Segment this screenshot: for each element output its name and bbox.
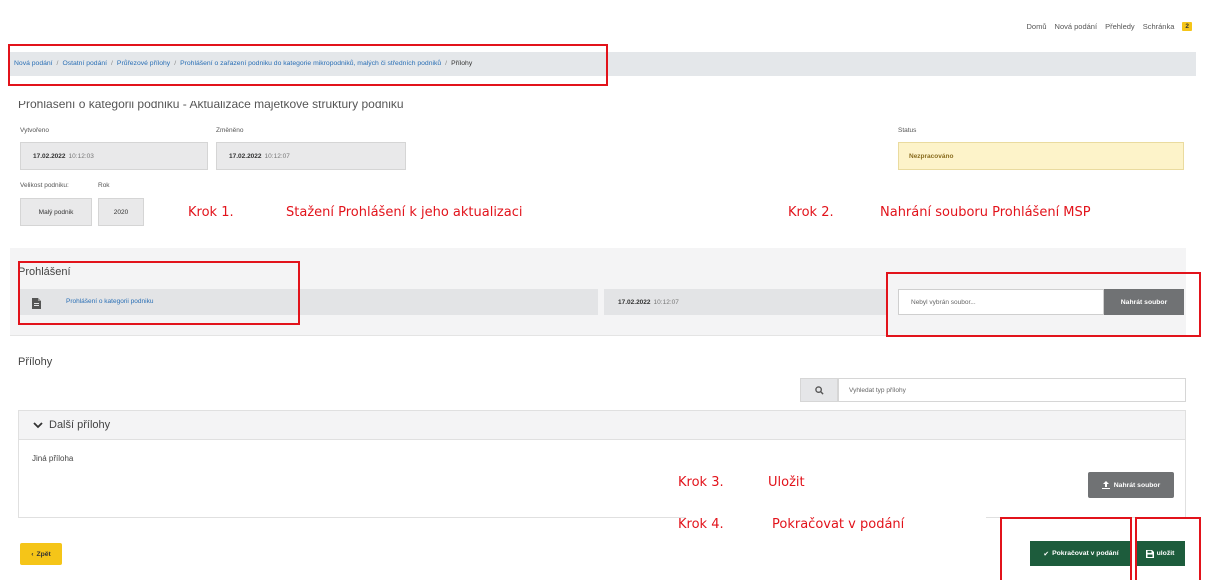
attachments-title: Přílohy	[18, 356, 53, 368]
declaration-time: 10:12:07	[653, 298, 679, 306]
other-attachments-title: Další přílohy	[49, 419, 111, 431]
chevron-down-icon	[33, 421, 43, 428]
created-time: 10:12:03	[68, 152, 94, 160]
changed-date: 17.02.2022	[229, 152, 262, 160]
step2-number: Krok 2.	[788, 205, 834, 220]
step4-text: Pokračovat v podání	[772, 517, 905, 532]
upload-icon	[1101, 481, 1110, 489]
attachment-type-search-input[interactable]: Vyhledat typ přílohy	[838, 378, 1186, 402]
step4-highlight-box	[1000, 517, 1132, 580]
declaration-date-cell: 17.02.2022 10:12:07	[604, 289, 886, 315]
step2-highlight-box	[886, 272, 1201, 337]
company-size-label: Velikost podniku:	[20, 182, 69, 189]
nav-inbox-link[interactable]: Schránka	[1143, 22, 1175, 31]
search-icon	[814, 385, 824, 395]
breadcrumb-highlight-box	[8, 44, 608, 86]
nav-home-link[interactable]: Domů	[1027, 22, 1047, 31]
created-date: 17.02.2022	[33, 152, 66, 160]
upload-attachment-button[interactable]: Nahrát soubor	[1088, 472, 1174, 498]
chevron-left-icon: ‹	[31, 550, 34, 558]
year-field: 2020	[98, 198, 144, 226]
back-button-label: Zpět	[36, 550, 51, 558]
step1-highlight-box	[18, 261, 300, 325]
step3-text: Uložit	[768, 475, 805, 490]
created-field: 17.02.2022 10:12:03	[20, 142, 208, 170]
step1-number: Krok 1.	[188, 205, 234, 220]
changed-field: 17.02.2022 10:12:07	[216, 142, 406, 170]
search-button[interactable]	[800, 378, 838, 402]
other-attachments-header[interactable]: Další přílohy	[18, 410, 1186, 440]
step3-highlight-box	[1135, 517, 1201, 580]
status-label: Status	[898, 127, 917, 134]
status-badge: Nezpracováno	[898, 142, 1184, 170]
top-navigation: Domů Nová podání Přehledy Schránka 2	[1027, 22, 1192, 31]
nav-overviews-link[interactable]: Přehledy	[1105, 22, 1135, 31]
year-label: Rok	[98, 182, 110, 189]
other-attachment-label: Jiná příloha	[32, 454, 74, 463]
step4-number: Krok 4.	[678, 517, 724, 532]
created-label: Vytvořeno	[20, 127, 50, 134]
step1-text: Stažení Prohlášení k jeho aktualizaci	[286, 205, 523, 220]
step3-number: Krok 3.	[678, 475, 724, 490]
upload-attachment-label: Nahrát soubor	[1113, 481, 1161, 489]
step2-text: Nahrání souboru Prohlášení MSP	[880, 205, 1091, 220]
changed-label: Změněno	[216, 127, 244, 134]
company-size-field: Malý podnik	[20, 198, 92, 226]
inbox-count-badge: 2	[1182, 22, 1192, 31]
declaration-date: 17.02.2022	[618, 298, 651, 306]
back-button[interactable]: ‹ Zpět	[20, 543, 62, 565]
nav-new-submission-link[interactable]: Nová podání	[1055, 22, 1098, 31]
page-title: Prohlášení o kategorii podniku - Aktuali…	[18, 101, 404, 111]
changed-time: 10:12:07	[264, 152, 290, 160]
